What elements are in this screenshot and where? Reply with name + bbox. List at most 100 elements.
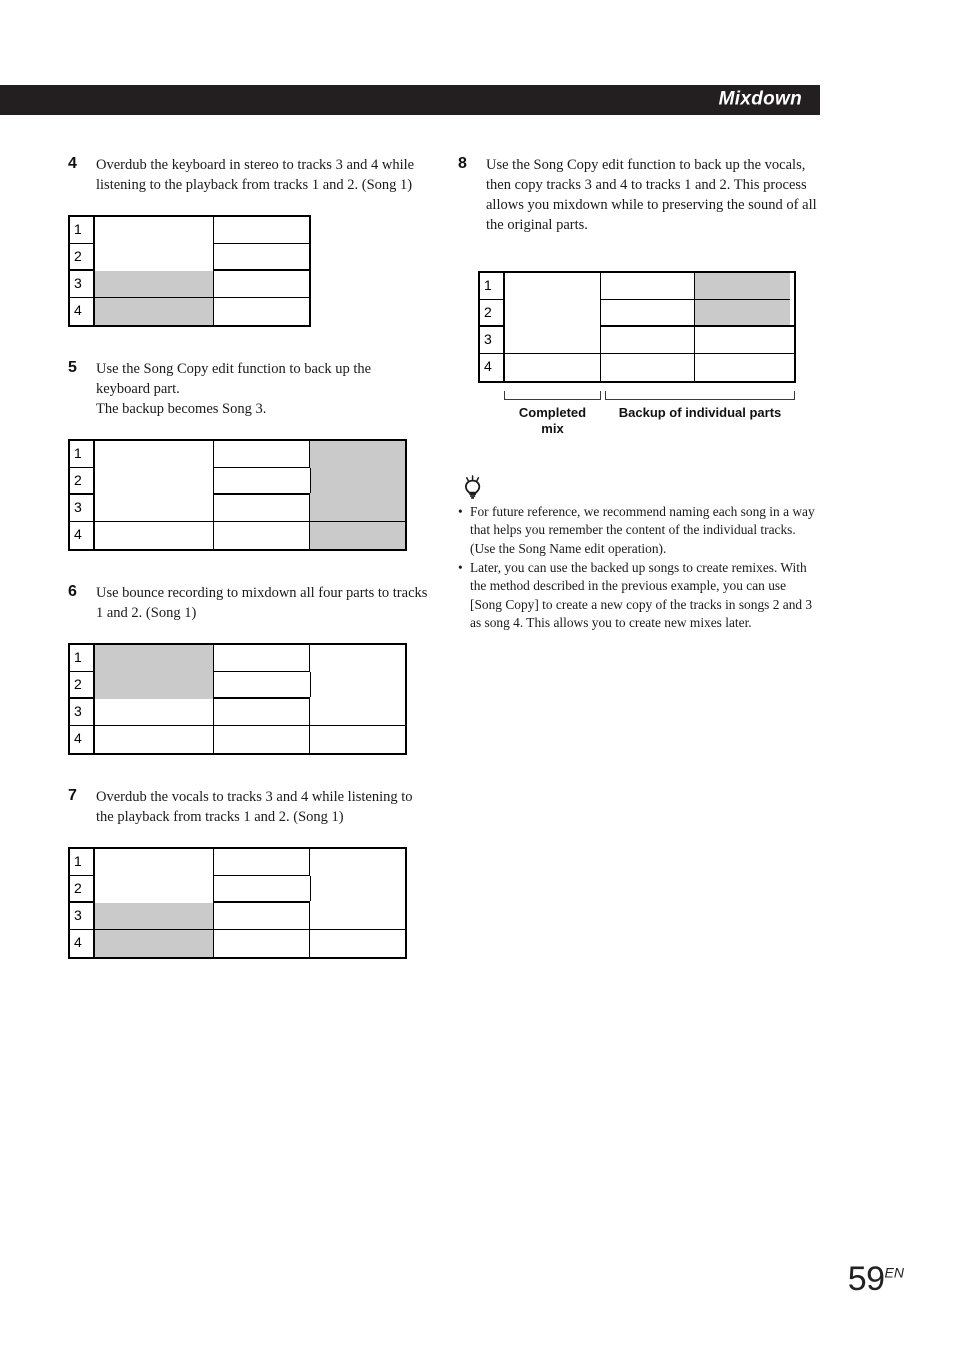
tip-list-item: For future reference, we recommend namin… <box>458 503 818 558</box>
track-number-1: 1 <box>70 217 95 244</box>
track-table-step-4: 1 2 3 4 <box>68 215 311 327</box>
right-content-column: 8 Use the Song Copy edit function to bac… <box>458 155 818 634</box>
track-number-2: 2 <box>480 300 505 325</box>
track-cell-r1c3-shaded <box>695 273 790 300</box>
track-cell-r3c1 <box>505 327 601 353</box>
track-row: 3 <box>70 271 309 298</box>
track-table-step-6: 1 2 3 4 <box>68 643 407 755</box>
header-bar: Mixdown <box>0 85 820 115</box>
track-cell-r1c3-merged <box>309 645 405 699</box>
step-7-text: Overdub the vocals to tracks 3 and 4 whi… <box>96 789 413 825</box>
track-number-4: 4 <box>70 930 95 957</box>
track-cell-r1c2 <box>214 441 310 468</box>
track-cell-r4c2 <box>214 522 310 549</box>
track-cell-r1c3-merged <box>309 849 405 903</box>
track-row: 1 <box>70 849 405 903</box>
bracket-label-completed-mix: Completed mix <box>518 405 587 437</box>
track-table-step-8: 1 2 3 4 <box>478 271 796 383</box>
track-number-2: 2 <box>70 672 95 697</box>
track-row: 3 <box>70 495 405 522</box>
track-cell-r2c2 <box>215 672 311 697</box>
track-cell-r3c2 <box>601 327 695 353</box>
track-number-2: 2 <box>70 876 95 901</box>
step-6: 6 Use bounce recording to mixdown all fo… <box>68 583 428 623</box>
track-cell-r4c3 <box>695 354 790 381</box>
track-cell-r3c1 <box>95 699 215 725</box>
track-row: 3 <box>480 327 794 354</box>
track-row: 3 <box>70 903 405 930</box>
track-number-3: 3 <box>480 327 505 353</box>
track-cell-r1c1-shaded-merged <box>95 645 215 699</box>
track-cell-r4c3 <box>309 930 405 957</box>
track-number-3: 3 <box>70 699 95 725</box>
track-cell-r4c1-shaded <box>95 298 214 325</box>
track-row: 1 <box>70 441 405 495</box>
tip-list: For future reference, we recommend namin… <box>458 503 818 633</box>
track-row: 4 <box>70 726 405 753</box>
tip-list-item: Later, you can use the backed up songs t… <box>458 559 818 632</box>
step-4: 4 Overdub the keyboard in stereo to trac… <box>68 155 428 195</box>
track-cell-r3c2 <box>214 903 310 929</box>
track-table-step-7: 1 2 3 4 <box>68 847 407 959</box>
step-6-text: Use bounce recording to mixdown all four… <box>96 585 428 621</box>
track-cell-r1c1-merged <box>95 441 215 495</box>
step-8-text: Use the Song Copy edit function to back … <box>486 157 817 233</box>
track-cell-r4c1 <box>95 726 215 753</box>
track-cell-r1c2 <box>214 645 310 672</box>
track-cell-r3c3 <box>309 699 405 725</box>
page-number-value: 59 <box>847 1260 885 1298</box>
track-number-3: 3 <box>70 271 95 297</box>
track-cell-r4c1 <box>505 354 601 381</box>
step-4-text: Overdub the keyboard in stereo to tracks… <box>96 157 415 193</box>
track-cell-r2c2 <box>215 468 311 493</box>
track-cell-r4c1-shaded <box>95 930 215 957</box>
track-cell-r2c2 <box>215 244 309 269</box>
track-cell-r1c2 <box>601 273 695 300</box>
track-cell-r3c2 <box>214 699 310 725</box>
step-7: 7 Overdub the vocals to tracks 3 and 4 w… <box>68 787 428 827</box>
track-cell-r3c3-shaded <box>309 495 405 521</box>
track-cell-r3c2 <box>214 495 310 521</box>
track-cell-r4c3-shaded <box>309 522 405 549</box>
step-5: 5 Use the Song Copy edit function to bac… <box>68 359 428 419</box>
track-cell-r1c1-merged <box>95 217 214 271</box>
track-cell-r1c1-merged <box>505 273 601 327</box>
track-number-2: 2 <box>70 468 95 493</box>
lightbulb-tip-icon <box>464 475 481 499</box>
track-cell-r1c3-shaded-merged <box>309 441 405 495</box>
track-number-4: 4 <box>70 726 95 753</box>
track-number-1: 1 <box>70 849 95 876</box>
track-row: 4 <box>70 298 309 325</box>
tip-block: For future reference, we recommend namin… <box>458 475 818 633</box>
track-cell-r3c1 <box>95 495 215 521</box>
track-row: 1 <box>480 273 794 327</box>
bracket-backup-parts <box>605 391 795 400</box>
bracket-label-backup-parts: Backup of individual parts <box>618 405 782 420</box>
track-cell-r1c2 <box>214 849 310 876</box>
track-row: 1 <box>70 217 309 271</box>
track-cell-r1c1-merged <box>95 849 215 903</box>
track-cell-r4c3 <box>309 726 405 753</box>
track-row: 1 <box>70 645 405 699</box>
track-number-4: 4 <box>70 522 95 549</box>
track-row: 4 <box>480 354 794 381</box>
track-cell-r4c2 <box>213 298 309 325</box>
track-number-1: 1 <box>480 273 505 300</box>
track-number-3: 3 <box>70 903 95 929</box>
step-8-number: 8 <box>458 155 467 172</box>
step-5-text: Use the Song Copy edit function to back … <box>96 361 372 417</box>
track-number-4: 4 <box>480 354 505 381</box>
track-number-2: 2 <box>70 244 95 269</box>
track-cell-r1c2 <box>213 217 309 244</box>
track-cell-r3c3 <box>695 327 790 353</box>
track-cell-r3c1-shaded <box>95 903 215 929</box>
track-number-1: 1 <box>70 645 95 672</box>
track-cell-r2c2 <box>215 876 311 901</box>
track-number-3: 3 <box>70 495 95 521</box>
track-row: 4 <box>70 930 405 957</box>
bracket-completed-mix <box>504 391 601 400</box>
track-cell-r4c2 <box>214 930 310 957</box>
track-number-4: 4 <box>70 298 95 325</box>
track-table-step-5: 1 2 3 4 <box>68 439 407 551</box>
step-5-number: 5 <box>68 359 77 376</box>
